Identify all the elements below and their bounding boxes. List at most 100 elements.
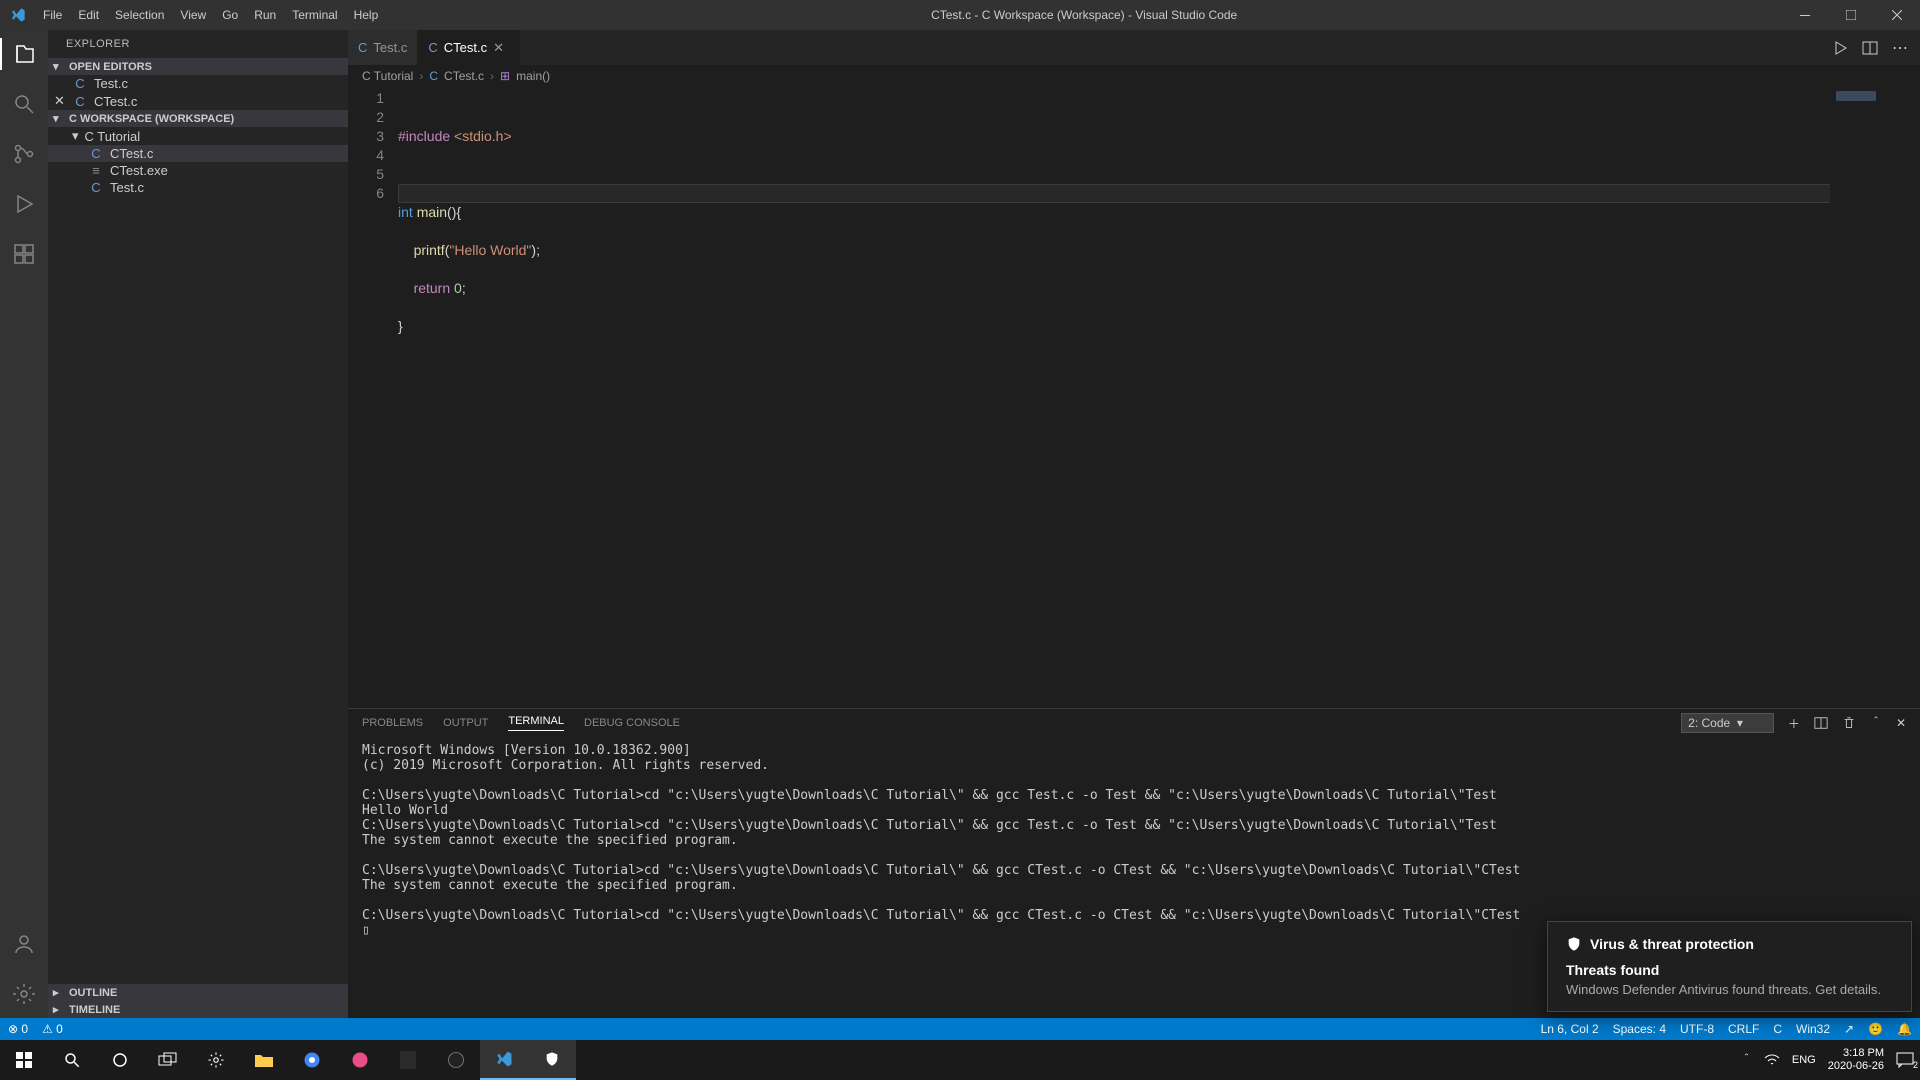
file-item[interactable]: ≡ CTest.exe <box>48 162 348 179</box>
clock[interactable]: 3:18 PM 2020-06-26 <box>1828 1047 1884 1073</box>
run-debug-icon[interactable] <box>0 188 48 220</box>
extensions-icon[interactable] <box>0 238 48 270</box>
itunes-icon[interactable] <box>336 1040 384 1080</box>
file-item[interactable]: C Test.c <box>48 179 348 196</box>
breadcrumb-item[interactable]: main() <box>516 69 550 83</box>
folder-item[interactable]: ▾ C Tutorial <box>48 127 348 145</box>
source-control-icon[interactable] <box>0 138 48 170</box>
outline-header[interactable]: ▸ OUTLINE <box>48 984 348 1001</box>
tab-test-c[interactable]: C Test.c <box>348 30 418 65</box>
code-token: return <box>414 280 451 296</box>
tab-problems[interactable]: PROBLEMS <box>362 717 423 729</box>
minimize-button[interactable] <box>1782 0 1828 30</box>
open-editor-item[interactable]: C Test.c <box>48 75 348 92</box>
chevron-up-icon[interactable]: ＾ <box>1870 715 1882 732</box>
menu-run[interactable]: Run <box>246 8 284 22</box>
menu-terminal[interactable]: Terminal <box>284 8 345 22</box>
line-number: 6 <box>348 184 384 203</box>
defender-icon[interactable] <box>528 1040 576 1080</box>
status-encoding[interactable]: UTF-8 <box>1680 1022 1714 1036</box>
breadcrumb-item[interactable]: CTest.c <box>444 69 484 83</box>
search-icon[interactable] <box>0 88 48 120</box>
code-token: main <box>417 204 447 220</box>
tab-ctest-c[interactable]: C CTest.c ✕ <box>418 30 520 65</box>
breadcrumb-item[interactable]: C Tutorial <box>362 69 413 83</box>
status-platform[interactable]: Win32 <box>1796 1022 1830 1036</box>
tray-chevron-icon[interactable]: ＾ <box>1741 1052 1752 1068</box>
terminal-dropdown[interactable]: 2: Code ▾ <box>1681 713 1774 733</box>
system-tray: ＾ ENG 3:18 PM 2020-06-26 2 <box>1741 1047 1920 1073</box>
tab-debug-console[interactable]: DEBUG CONSOLE <box>584 717 680 729</box>
unreal-icon[interactable] <box>432 1040 480 1080</box>
open-editors-header[interactable]: ▾ OPEN EDITORS <box>48 58 348 75</box>
cortana-icon[interactable] <box>96 1040 144 1080</box>
window-title: CTest.c - C Workspace (Workspace) - Visu… <box>386 8 1782 22</box>
new-terminal-icon[interactable]: ＋ <box>1788 715 1800 732</box>
menu-edit[interactable]: Edit <box>70 8 107 22</box>
notif-body: Windows Defender Antivirus found threats… <box>1566 982 1893 997</box>
c-file-icon: C <box>429 69 438 83</box>
tab-output[interactable]: OUTPUT <box>443 717 488 729</box>
close-panel-icon[interactable]: ✕ <box>1896 716 1906 730</box>
status-language[interactable]: C <box>1773 1022 1782 1036</box>
vscode-taskbar-icon[interactable] <box>480 1040 528 1080</box>
status-spaces[interactable]: Spaces: 4 <box>1613 1022 1666 1036</box>
status-cursor[interactable]: Ln 6, Col 2 <box>1541 1022 1599 1036</box>
settings-gear-icon[interactable] <box>0 978 48 1010</box>
language-indicator[interactable]: ENG <box>1792 1054 1816 1066</box>
more-icon[interactable]: ⋯ <box>1892 38 1908 58</box>
settings-app-icon[interactable] <box>192 1040 240 1080</box>
close-button[interactable] <box>1874 0 1920 30</box>
code-token: } <box>398 318 403 334</box>
breadcrumb[interactable]: C Tutorial › C CTest.c › ⊞ main() <box>348 65 1920 87</box>
notification-toast[interactable]: Virus & threat protection Threats found … <box>1547 921 1912 1012</box>
menu-selection[interactable]: Selection <box>107 8 172 22</box>
tab-label: CTest.c <box>444 40 487 55</box>
status-feedback-icon[interactable]: ↗ <box>1844 1022 1854 1036</box>
notifications-icon[interactable]: 2 <box>1896 1052 1914 1068</box>
close-icon[interactable]: ✕ <box>493 40 509 56</box>
workspace-header[interactable]: ▾ C WORKSPACE (WORKSPACE) <box>48 110 348 127</box>
code-token: ); <box>531 242 540 258</box>
tab-terminal[interactable]: TERMINAL <box>508 715 564 731</box>
menu-go[interactable]: Go <box>214 8 246 22</box>
run-icon[interactable] <box>1832 40 1848 56</box>
menu-help[interactable]: Help <box>346 8 387 22</box>
code-token: (){ <box>447 204 461 220</box>
open-editor-item[interactable]: ✕ C CTest.c <box>48 92 348 110</box>
close-icon[interactable]: ✕ <box>54 93 66 109</box>
notif-subtitle: Threats found <box>1566 962 1893 978</box>
code-token: ; <box>462 280 466 296</box>
maximize-button[interactable] <box>1828 0 1874 30</box>
line-number: 5 <box>348 165 384 184</box>
menu-view[interactable]: View <box>172 8 214 22</box>
status-bell-icon[interactable]: 🔔 <box>1897 1022 1912 1036</box>
start-button[interactable] <box>0 1040 48 1080</box>
search-icon[interactable] <box>48 1040 96 1080</box>
code-content[interactable]: #include <stdio.h> int main(){ printf("H… <box>398 87 1920 708</box>
status-errors[interactable]: ⊗ 0 <box>8 1022 28 1036</box>
accounts-icon[interactable] <box>0 928 48 960</box>
line-number: 2 <box>348 108 384 127</box>
file-item[interactable]: C CTest.c <box>48 145 348 162</box>
file-name: Test.c <box>110 180 144 195</box>
activity-bar <box>0 30 48 1018</box>
status-tweet-icon[interactable]: 🙂 <box>1868 1022 1883 1036</box>
explorer-icon[interactable] <box>0 38 48 70</box>
trash-icon[interactable] <box>1842 716 1856 730</box>
timeline-header[interactable]: ▸ TIMELINE <box>48 1001 348 1018</box>
task-view-icon[interactable] <box>144 1040 192 1080</box>
wifi-icon[interactable] <box>1764 1053 1780 1067</box>
split-editor-icon[interactable] <box>1862 40 1878 56</box>
c-file-icon: C <box>358 40 367 55</box>
status-eol[interactable]: CRLF <box>1728 1022 1759 1036</box>
code-token: "Hello World" <box>449 242 531 258</box>
split-terminal-icon[interactable] <box>1814 716 1828 730</box>
chrome-icon[interactable] <box>288 1040 336 1080</box>
minimap[interactable] <box>1830 87 1920 708</box>
epic-icon[interactable] <box>384 1040 432 1080</box>
menu-file[interactable]: File <box>35 8 70 22</box>
editor-body[interactable]: 1 2 3 4 5 6 #include <stdio.h> int main(… <box>348 87 1920 708</box>
file-explorer-icon[interactable] <box>240 1040 288 1080</box>
status-warnings[interactable]: ⚠ 0 <box>42 1022 63 1036</box>
